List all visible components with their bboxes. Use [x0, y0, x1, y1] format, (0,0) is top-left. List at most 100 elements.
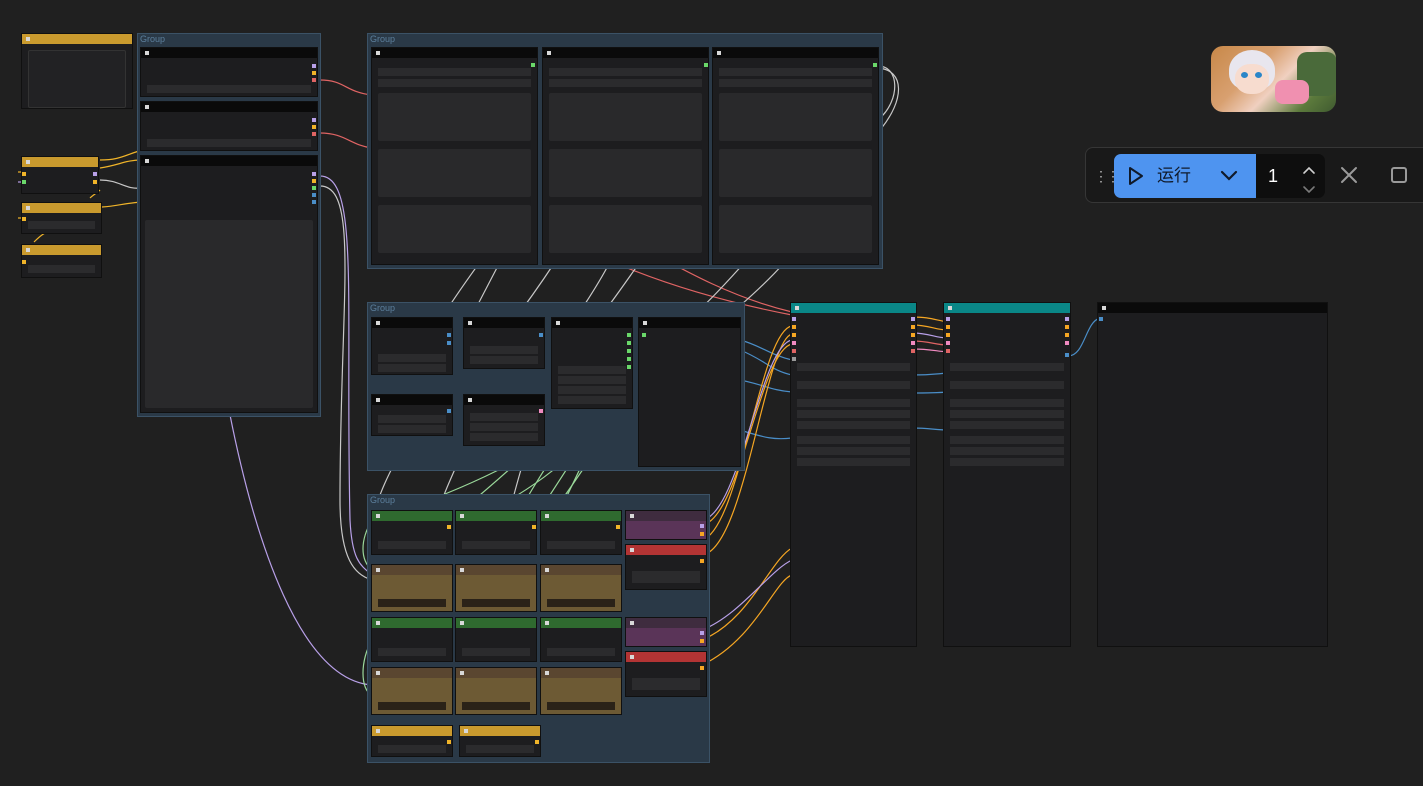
- node[interactable]: [371, 667, 453, 715]
- node-widget[interactable]: [549, 149, 702, 197]
- slot-dot[interactable]: [312, 71, 316, 75]
- slot-dot[interactable]: [704, 63, 708, 67]
- node-widget[interactable]: [797, 410, 910, 418]
- batch-count-value[interactable]: 1: [1268, 165, 1278, 187]
- node-widget[interactable]: [470, 346, 538, 354]
- node[interactable]: [625, 651, 707, 697]
- node-widget[interactable]: [378, 93, 531, 141]
- slot-dot[interactable]: [531, 63, 535, 67]
- slot-dot[interactable]: [447, 333, 451, 337]
- slot-dot[interactable]: [312, 186, 316, 190]
- slot-dot[interactable]: [946, 325, 950, 329]
- slot-dot[interactable]: [532, 525, 536, 529]
- node[interactable]: [625, 617, 707, 647]
- slot-dot[interactable]: [792, 333, 796, 337]
- slot-dot[interactable]: [627, 349, 631, 353]
- preview-thumbnail[interactable]: [1211, 46, 1336, 112]
- slot-dot[interactable]: [792, 317, 796, 321]
- slot-dot[interactable]: [312, 132, 316, 136]
- node-header[interactable]: [372, 48, 537, 58]
- node-widget[interactable]: [147, 139, 311, 147]
- node-widget[interactable]: [547, 541, 615, 549]
- slot-dot[interactable]: [792, 357, 796, 361]
- run-button[interactable]: 运行: [1114, 154, 1256, 198]
- node-header[interactable]: [372, 565, 452, 575]
- slot-dot[interactable]: [873, 63, 877, 67]
- slot-dot[interactable]: [627, 341, 631, 345]
- graph-canvas[interactable]: Group Group Group Group: [0, 0, 1423, 786]
- node[interactable]: [455, 564, 537, 612]
- node-header[interactable]: [464, 395, 544, 405]
- node-widget[interactable]: [378, 354, 446, 362]
- node-widget[interactable]: [950, 410, 1064, 418]
- node-header[interactable]: [22, 203, 101, 213]
- slot-dot[interactable]: [792, 325, 796, 329]
- node-header[interactable]: [141, 102, 317, 112]
- node-widget[interactable]: [378, 79, 531, 87]
- node-widget[interactable]: [797, 447, 910, 455]
- node[interactable]: [371, 510, 453, 555]
- node[interactable]: [625, 510, 707, 540]
- slot-dot[interactable]: [946, 341, 950, 345]
- slot-dot[interactable]: [1099, 317, 1103, 321]
- node-widget[interactable]: [549, 68, 702, 76]
- node[interactable]: [540, 510, 622, 555]
- node-widget[interactable]: [549, 93, 702, 141]
- node-header[interactable]: [456, 668, 536, 678]
- node-widget[interactable]: [558, 376, 626, 384]
- node-widget[interactable]: [950, 447, 1064, 455]
- node[interactable]: [371, 47, 538, 265]
- node[interactable]: [463, 317, 545, 369]
- node-widget[interactable]: [145, 220, 313, 408]
- node-widget[interactable]: [632, 678, 700, 690]
- node[interactable]: [625, 544, 707, 590]
- node-widget[interactable]: [378, 648, 446, 656]
- slot-dot[interactable]: [700, 524, 704, 528]
- node-header[interactable]: [141, 156, 317, 166]
- node[interactable]: [943, 302, 1071, 647]
- slot-dot[interactable]: [539, 333, 543, 337]
- slot-dot[interactable]: [22, 217, 26, 221]
- slot-dot[interactable]: [312, 64, 316, 68]
- node-widget[interactable]: [950, 458, 1064, 466]
- node-widget[interactable]: [378, 702, 446, 710]
- node-widget[interactable]: [378, 415, 446, 423]
- node-widget[interactable]: [547, 702, 615, 710]
- node-widget[interactable]: [470, 356, 538, 364]
- slot-dot[interactable]: [700, 631, 704, 635]
- node-header[interactable]: [372, 618, 452, 628]
- node-header[interactable]: [541, 668, 621, 678]
- node-widget[interactable]: [378, 205, 531, 253]
- node[interactable]: [455, 617, 537, 662]
- node-header[interactable]: [372, 395, 452, 405]
- chevron-down-icon[interactable]: [1219, 168, 1239, 189]
- node[interactable]: [1097, 302, 1328, 647]
- node-widget[interactable]: [719, 93, 872, 141]
- node-header[interactable]: [541, 511, 621, 521]
- node-header[interactable]: [626, 652, 706, 662]
- slot-dot[interactable]: [312, 125, 316, 129]
- node-header[interactable]: [626, 511, 706, 521]
- slot-dot[interactable]: [627, 365, 631, 369]
- node-header[interactable]: [22, 34, 132, 44]
- node-widget[interactable]: [462, 702, 530, 710]
- node-widget[interactable]: [462, 648, 530, 656]
- node-header[interactable]: [1098, 303, 1327, 313]
- node-widget[interactable]: [950, 436, 1064, 444]
- node-header[interactable]: [372, 511, 452, 521]
- node[interactable]: [540, 617, 622, 662]
- slot-dot[interactable]: [700, 666, 704, 670]
- node-widget[interactable]: [147, 85, 311, 93]
- slot-dot[interactable]: [911, 341, 915, 345]
- node-widget[interactable]: [797, 458, 910, 466]
- node-header[interactable]: [626, 618, 706, 628]
- node-header[interactable]: [541, 565, 621, 575]
- node-header[interactable]: [543, 48, 708, 58]
- node-header[interactable]: [456, 565, 536, 575]
- node-widget[interactable]: [378, 149, 531, 197]
- node-header[interactable]: [22, 157, 98, 167]
- node-header[interactable]: [372, 726, 452, 736]
- node-header[interactable]: [372, 318, 452, 328]
- slot-dot[interactable]: [22, 172, 26, 176]
- slot-dot[interactable]: [946, 349, 950, 353]
